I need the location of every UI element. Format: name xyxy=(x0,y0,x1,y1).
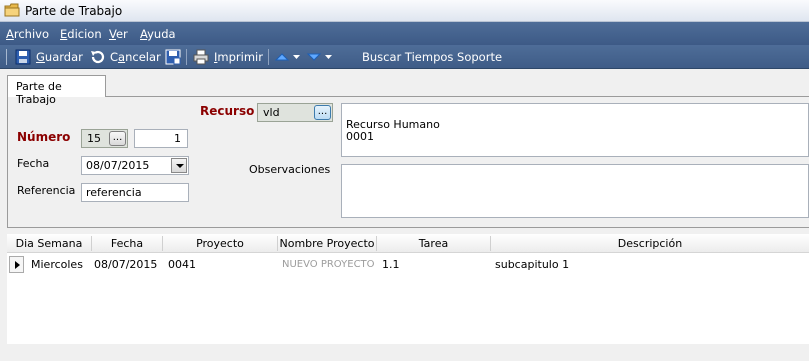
cell-dia-semana[interactable]: Miercoles xyxy=(31,258,83,271)
toolbar-separator xyxy=(186,49,187,65)
dropdown-arrow-icon[interactable] xyxy=(293,55,300,60)
title-bar: Parte de Trabajo xyxy=(0,0,809,22)
recurso-label: Recurso xyxy=(200,104,255,118)
cell-descripcion[interactable]: subcapitulo 1 xyxy=(495,258,569,271)
recurso-lookup[interactable]: vld ... xyxy=(257,103,333,122)
grid-header: Dia Semana Fecha Proyecto Nombre Proyect… xyxy=(7,234,809,253)
toolbar-grip xyxy=(6,49,7,65)
menu-ayuda[interactable]: Ayuda xyxy=(140,27,176,41)
menu-archivo[interactable]: Archivo xyxy=(6,27,49,41)
fecha-label: Fecha xyxy=(17,157,50,170)
save-icon[interactable] xyxy=(15,49,31,65)
tab-strip xyxy=(0,69,809,96)
window-title: Parte de Trabajo xyxy=(25,4,123,18)
arrow-down-icon[interactable] xyxy=(306,49,322,65)
column-header-proyecto[interactable]: Proyecto xyxy=(163,237,277,250)
observaciones-label: Observaciones xyxy=(249,163,331,176)
numero-serie-lookup-button[interactable]: ... xyxy=(109,131,126,146)
numero-serie-lookup[interactable]: 15 ... xyxy=(81,129,128,148)
printer-icon[interactable] xyxy=(193,49,209,65)
menu-bar: Archivo Edicion Ver Ayuda xyxy=(0,22,809,45)
recurso-value: vld xyxy=(263,106,280,119)
undo-icon[interactable] xyxy=(89,49,105,65)
save-as-icon[interactable] xyxy=(165,49,181,65)
observaciones-textarea[interactable] xyxy=(341,164,809,218)
cancelar-button[interactable]: Cancelar xyxy=(110,50,161,64)
column-header-tarea[interactable]: Tarea xyxy=(377,237,490,250)
recurso-lookup-button[interactable]: ... xyxy=(314,105,331,120)
referencia-input[interactable]: referencia xyxy=(81,183,189,202)
cell-proyecto[interactable]: 0041 xyxy=(168,258,196,271)
column-header-nombre-proyecto[interactable]: Nombre Proyecto xyxy=(278,237,376,250)
imprimir-button[interactable]: Imprimir xyxy=(214,50,263,64)
tab-parte-de-trabajo[interactable]: Parte de Trabajo xyxy=(7,75,106,106)
row-selector-arrow-icon[interactable] xyxy=(9,256,24,273)
menu-ver[interactable]: Ver xyxy=(109,27,128,41)
fecha-value: 08/07/2015 xyxy=(86,159,150,172)
column-header-descripcion[interactable]: Descripción xyxy=(491,237,809,250)
cell-fecha[interactable]: 08/07/2015 xyxy=(94,258,157,271)
dropdown-arrow-icon[interactable] xyxy=(325,55,332,60)
arrow-up-icon[interactable] xyxy=(274,49,290,65)
toolbar: Guardar Cancelar Imprimir Buscar Tiempos… xyxy=(0,45,809,69)
guardar-button[interactable]: Guardar xyxy=(36,50,83,64)
numero-label: Número xyxy=(17,130,71,144)
cell-tarea[interactable]: 1.1 xyxy=(382,258,400,271)
recurso-description: Recurso Humano 0001 xyxy=(341,103,809,157)
column-header-fecha[interactable]: Fecha xyxy=(92,237,162,250)
buscar-tiempos-soporte-button[interactable]: Buscar Tiempos Soporte xyxy=(362,50,502,64)
referencia-label: Referencia xyxy=(17,184,76,197)
cell-nombre-proyecto[interactable]: NUEVO PROYECTO xyxy=(282,259,375,270)
numero-serie-value: 15 xyxy=(87,132,101,145)
chevron-down-icon[interactable] xyxy=(171,158,187,173)
column-header-dia-semana[interactable]: Dia Semana xyxy=(7,237,91,250)
folder-icon xyxy=(4,3,20,17)
fecha-combobox[interactable]: 08/07/2015 xyxy=(81,156,189,175)
numero-input[interactable]: 1 xyxy=(134,129,188,148)
menu-edicion[interactable]: Edicion xyxy=(60,27,102,41)
toolbar-separator xyxy=(268,49,269,65)
